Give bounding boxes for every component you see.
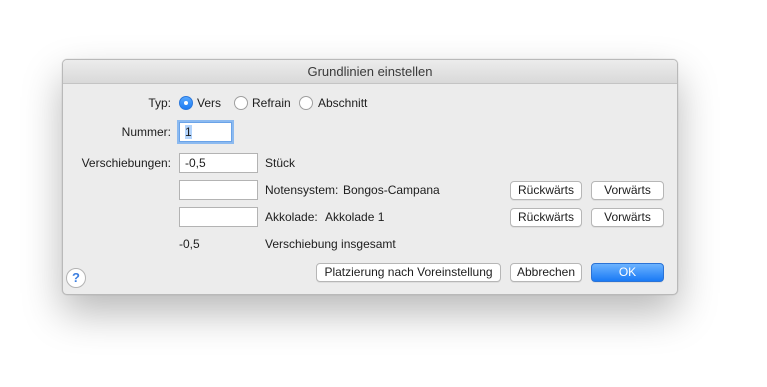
radio-vers[interactable] <box>179 96 193 110</box>
stueck-offset-input[interactable]: -0,5 <box>179 153 258 173</box>
notensystem-back-button[interactable]: Rückwärts <box>510 181 582 200</box>
default-placement-button[interactable]: Platzierung nach Voreinstellung <box>316 263 501 282</box>
cancel-button[interactable]: Abbrechen <box>510 263 582 282</box>
typ-label: Typ: <box>148 96 171 110</box>
notensystem-label: Notensystem: <box>265 183 339 197</box>
akkolade-offset-input[interactable] <box>179 207 258 227</box>
akkolade-label: Akkolade: <box>265 210 318 224</box>
radio-refrain-label[interactable]: Refrain <box>252 95 291 111</box>
nummer-input-value: 1 <box>185 125 192 139</box>
radio-abschnitt-label[interactable]: Abschnitt <box>318 95 367 111</box>
nummer-label: Nummer: <box>121 125 171 139</box>
nummer-input[interactable]: 1 <box>179 122 232 142</box>
notensystem-offset-input[interactable] <box>179 180 258 200</box>
dialog: Grundlinien einstellen Typ: Vers Refrain… <box>62 59 678 295</box>
akkolade-forward-button[interactable]: Vorwärts <box>591 208 664 227</box>
dialog-title: Grundlinien einstellen <box>63 60 677 84</box>
total-offset-value: -0,5 <box>179 237 200 251</box>
akkolade-back-button[interactable]: Rückwärts <box>510 208 582 227</box>
total-offset-label: Verschiebung insgesamt <box>265 237 396 251</box>
stueck-label: Stück <box>265 156 296 170</box>
verschiebungen-label: Verschiebungen: <box>81 156 171 170</box>
notensystem-name: Bongos-Campana <box>343 183 440 197</box>
radio-abschnitt[interactable] <box>299 96 313 110</box>
help-icon[interactable]: ? <box>66 268 86 288</box>
radio-refrain[interactable] <box>234 96 248 110</box>
ok-button[interactable]: OK <box>591 263 664 282</box>
akkolade-name: Akkolade 1 <box>325 210 385 224</box>
notensystem-forward-button[interactable]: Vorwärts <box>591 181 664 200</box>
radio-vers-label[interactable]: Vers <box>197 95 221 111</box>
